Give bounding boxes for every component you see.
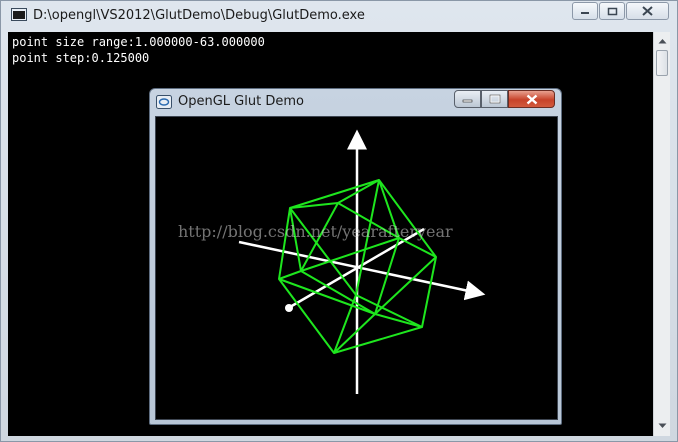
close-button[interactable] <box>508 90 555 108</box>
icosahedron-scene <box>238 129 486 394</box>
opengl-canvas[interactable] <box>155 116 558 420</box>
minimize-button[interactable] <box>454 90 481 108</box>
scroll-down-icon <box>658 423 666 428</box>
scroll-up-button[interactable] <box>654 33 670 49</box>
maximize-button[interactable] <box>481 90 508 108</box>
scroll-down-button[interactable] <box>654 418 670 434</box>
vertical-scrollbar[interactable] <box>653 32 670 436</box>
window-title: OpenGL Glut Demo <box>178 94 304 109</box>
opengl-window: OpenGL Glut Demo <box>149 88 562 425</box>
coordinate-axes <box>238 129 486 394</box>
z-axis-endpoint <box>285 304 293 312</box>
console-titlebar[interactable]: D:\opengl\VS2012\GlutDemo\Debug\GlutDemo… <box>1 1 677 30</box>
minimize-button[interactable] <box>572 2 598 20</box>
scroll-thumb[interactable] <box>656 50 668 76</box>
restore-icon <box>607 7 617 15</box>
window-app-icon <box>156 95 172 109</box>
console-line: point step:0.125000 <box>12 51 150 65</box>
close-icon <box>642 6 653 16</box>
console-line: point size range:1.000000-63.000000 <box>12 35 265 49</box>
window-controls <box>454 90 555 108</box>
scroll-up-icon <box>658 39 666 44</box>
maximize-icon <box>489 94 500 104</box>
close-button[interactable] <box>626 2 669 20</box>
minimize-icon <box>581 12 589 14</box>
watermark: http://blog.csdn.net/yearafteryear <box>178 222 453 241</box>
close-icon <box>526 94 537 104</box>
console-window-controls <box>572 2 669 20</box>
console-app-icon <box>11 8 27 21</box>
minimize-icon <box>462 99 473 103</box>
maximize-button[interactable] <box>599 2 625 20</box>
console-title: D:\opengl\VS2012\GlutDemo\Debug\GlutDemo… <box>33 8 365 23</box>
